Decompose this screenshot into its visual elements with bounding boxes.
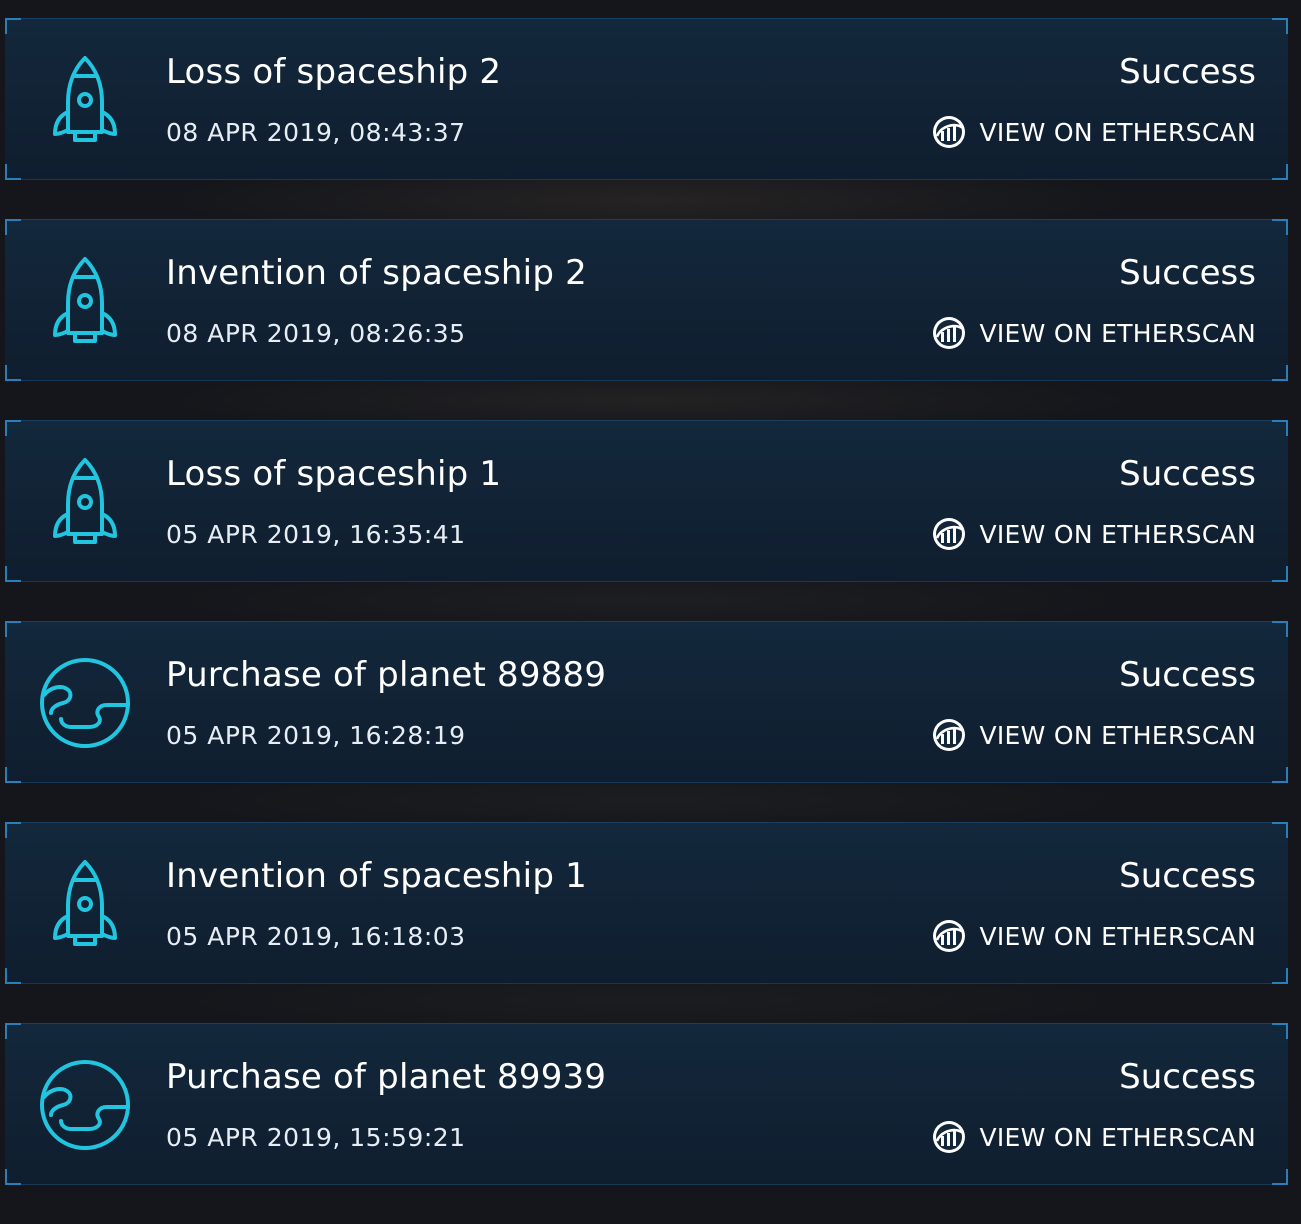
corner-bracket — [5, 566, 21, 582]
status-label: Success — [1119, 1057, 1256, 1097]
transaction-timestamp: 05 APR 2019, 16:35:41 — [166, 520, 466, 549]
rocket-icon — [37, 253, 133, 349]
status-label: Success — [1119, 454, 1256, 494]
corner-bracket — [1272, 164, 1288, 180]
corner-bracket — [5, 365, 21, 381]
corner-bracket — [5, 219, 21, 235]
transaction-timestamp: 05 APR 2019, 16:18:03 — [166, 922, 466, 951]
transaction-card: Purchase of planet 89939 05 APR 2019, 15… — [5, 1023, 1288, 1185]
etherscan-link-label: VIEW ON ETHERSCAN — [979, 519, 1256, 549]
status-label: Success — [1119, 52, 1256, 92]
transaction-title: Invention of spaceship 2 — [166, 253, 587, 293]
transaction-title: Loss of spaceship 1 — [166, 454, 502, 494]
etherscan-link-label: VIEW ON ETHERSCAN — [979, 1122, 1256, 1152]
corner-bracket — [1272, 365, 1288, 381]
corner-bracket — [1272, 18, 1288, 34]
corner-bracket — [1272, 822, 1288, 838]
etherscan-icon — [931, 918, 967, 954]
transaction-timestamp: 08 APR 2019, 08:26:35 — [166, 319, 466, 348]
transaction-card: Invention of spaceship 1 05 APR 2019, 16… — [5, 822, 1288, 984]
planet-icon — [37, 655, 133, 751]
etherscan-icon — [931, 1119, 967, 1155]
transaction-timestamp: 05 APR 2019, 16:28:19 — [166, 721, 466, 750]
view-on-etherscan-link[interactable]: VIEW ON ETHERSCAN — [931, 1119, 1256, 1155]
rocket-icon — [37, 52, 133, 148]
corner-bracket — [5, 1169, 21, 1185]
etherscan-link-label: VIEW ON ETHERSCAN — [979, 720, 1256, 750]
corner-bracket — [1272, 566, 1288, 582]
corner-bracket — [5, 1023, 21, 1039]
corner-bracket — [5, 822, 21, 838]
transaction-title: Invention of spaceship 1 — [166, 856, 587, 896]
corner-bracket — [1272, 767, 1288, 783]
corner-bracket — [5, 18, 21, 34]
corner-bracket — [1272, 968, 1288, 984]
transaction-card: Invention of spaceship 2 08 APR 2019, 08… — [5, 219, 1288, 381]
transaction-timestamp: 05 APR 2019, 15:59:21 — [166, 1123, 466, 1152]
view-on-etherscan-link[interactable]: VIEW ON ETHERSCAN — [931, 717, 1256, 753]
transaction-card: Loss of spaceship 2 08 APR 2019, 08:43:3… — [5, 18, 1288, 180]
status-label: Success — [1119, 655, 1256, 695]
transaction-title: Purchase of planet 89889 — [166, 655, 607, 695]
etherscan-icon — [931, 516, 967, 552]
view-on-etherscan-link[interactable]: VIEW ON ETHERSCAN — [931, 918, 1256, 954]
etherscan-icon — [931, 114, 967, 150]
corner-bracket — [5, 968, 21, 984]
etherscan-link-label: VIEW ON ETHERSCAN — [979, 117, 1256, 147]
planet-icon — [37, 1057, 133, 1153]
etherscan-link-label: VIEW ON ETHERSCAN — [979, 318, 1256, 348]
view-on-etherscan-link[interactable]: VIEW ON ETHERSCAN — [931, 315, 1256, 351]
view-on-etherscan-link[interactable]: VIEW ON ETHERSCAN — [931, 114, 1256, 150]
corner-bracket — [5, 621, 21, 637]
etherscan-icon — [931, 717, 967, 753]
rocket-icon — [37, 856, 133, 952]
etherscan-icon — [931, 315, 967, 351]
corner-bracket — [1272, 1169, 1288, 1185]
status-label: Success — [1119, 856, 1256, 896]
rocket-icon — [37, 454, 133, 550]
corner-bracket — [5, 164, 21, 180]
corner-bracket — [1272, 219, 1288, 235]
view-on-etherscan-link[interactable]: VIEW ON ETHERSCAN — [931, 516, 1256, 552]
corner-bracket — [5, 767, 21, 783]
corner-bracket — [1272, 621, 1288, 637]
transaction-timestamp: 08 APR 2019, 08:43:37 — [166, 118, 466, 147]
transaction-card: Purchase of planet 89889 05 APR 2019, 16… — [5, 621, 1288, 783]
corner-bracket — [1272, 420, 1288, 436]
transaction-title: Purchase of planet 89939 — [166, 1057, 607, 1097]
etherscan-link-label: VIEW ON ETHERSCAN — [979, 921, 1256, 951]
corner-bracket — [1272, 1023, 1288, 1039]
corner-bracket — [5, 420, 21, 436]
transaction-card: Loss of spaceship 1 05 APR 2019, 16:35:4… — [5, 420, 1288, 582]
transaction-list: Loss of spaceship 2 08 APR 2019, 08:43:3… — [5, 18, 1288, 1224]
transaction-title: Loss of spaceship 2 — [166, 52, 502, 92]
status-label: Success — [1119, 253, 1256, 293]
